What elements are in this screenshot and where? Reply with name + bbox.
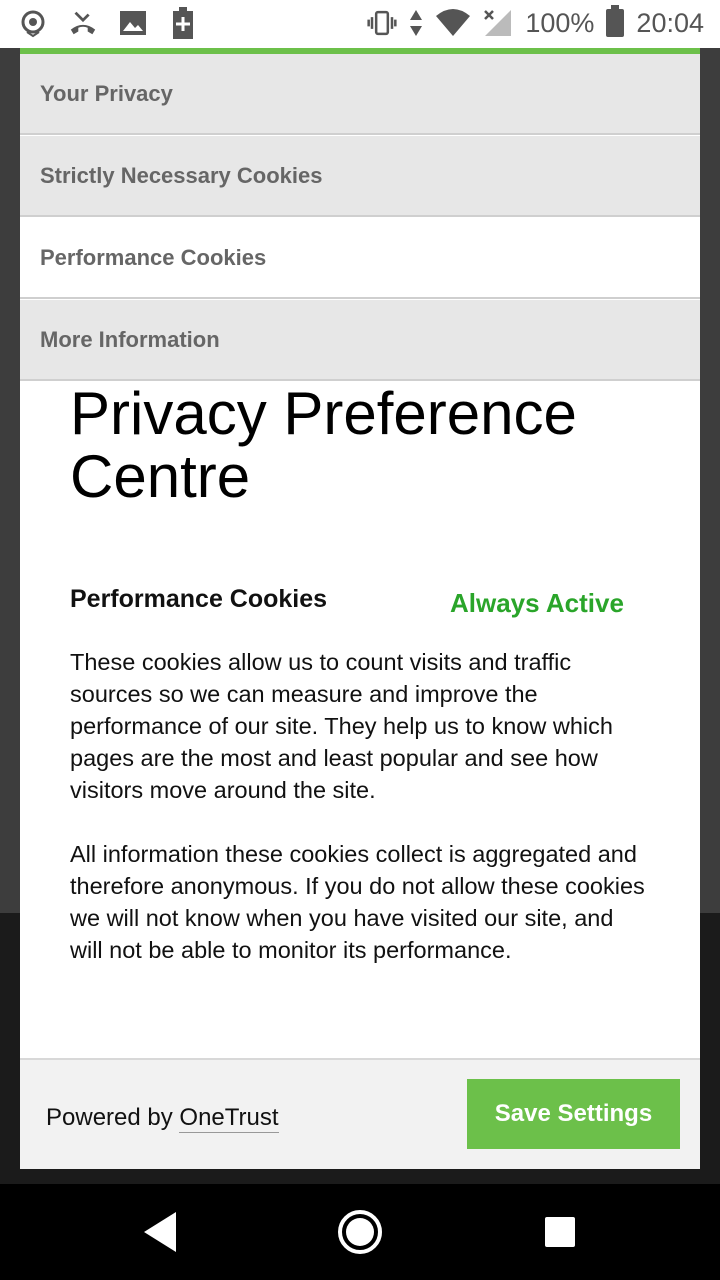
data-arrows-icon — [409, 6, 423, 40]
rose-icon — [18, 6, 48, 40]
tab-label: Your Privacy — [40, 80, 173, 106]
save-settings-button[interactable]: Save Settings — [467, 1079, 680, 1149]
status-bar: 100% 20:04 — [0, 0, 720, 48]
tab-your-privacy[interactable]: Your Privacy — [20, 54, 700, 135]
back-icon[interactable] — [132, 1204, 188, 1260]
recents-icon[interactable] — [532, 1204, 588, 1260]
home-icon[interactable] — [332, 1204, 388, 1260]
powered-by-prefix: Powered by — [46, 1104, 180, 1131]
signal-icon — [483, 6, 513, 40]
always-active-label: Always Active — [450, 588, 624, 618]
battery-icon — [606, 5, 625, 37]
navigation-bar — [0, 1184, 720, 1280]
tab-strictly-necessary-cookies[interactable]: Strictly Necessary Cookies — [20, 136, 700, 217]
modal-title: Privacy Preference Centre — [70, 380, 577, 510]
description-paragraph-1: These cookies allow us to count visits a… — [70, 649, 613, 803]
vibrate-icon — [367, 6, 397, 40]
tab-label: Strictly Necessary Cookies — [40, 162, 323, 188]
description-paragraph-2: All information these cookies collect is… — [70, 841, 645, 963]
tab-label: More Information — [40, 326, 220, 352]
image-icon — [118, 6, 148, 40]
clock: 20:04 — [636, 7, 704, 38]
tab-more-information[interactable]: More Information — [20, 300, 700, 381]
battery-saver-icon — [168, 6, 198, 40]
missed-call-icon — [68, 6, 98, 40]
onetrust-link[interactable]: OneTrust — [179, 1104, 279, 1133]
wifi-icon — [435, 6, 471, 40]
tab-performance-cookies[interactable]: Performance Cookies — [20, 218, 700, 299]
modal-footer: Powered by OneTrust Save Settings — [20, 1058, 700, 1169]
battery-percent: 100% — [525, 7, 595, 38]
privacy-preference-modal: Your Privacy Strictly Necessary Cookies … — [20, 48, 700, 1169]
tab-label: Performance Cookies — [40, 244, 267, 270]
powered-by-text: Powered by OneTrust — [46, 1104, 279, 1133]
section-title: Performance Cookies — [70, 585, 328, 613]
